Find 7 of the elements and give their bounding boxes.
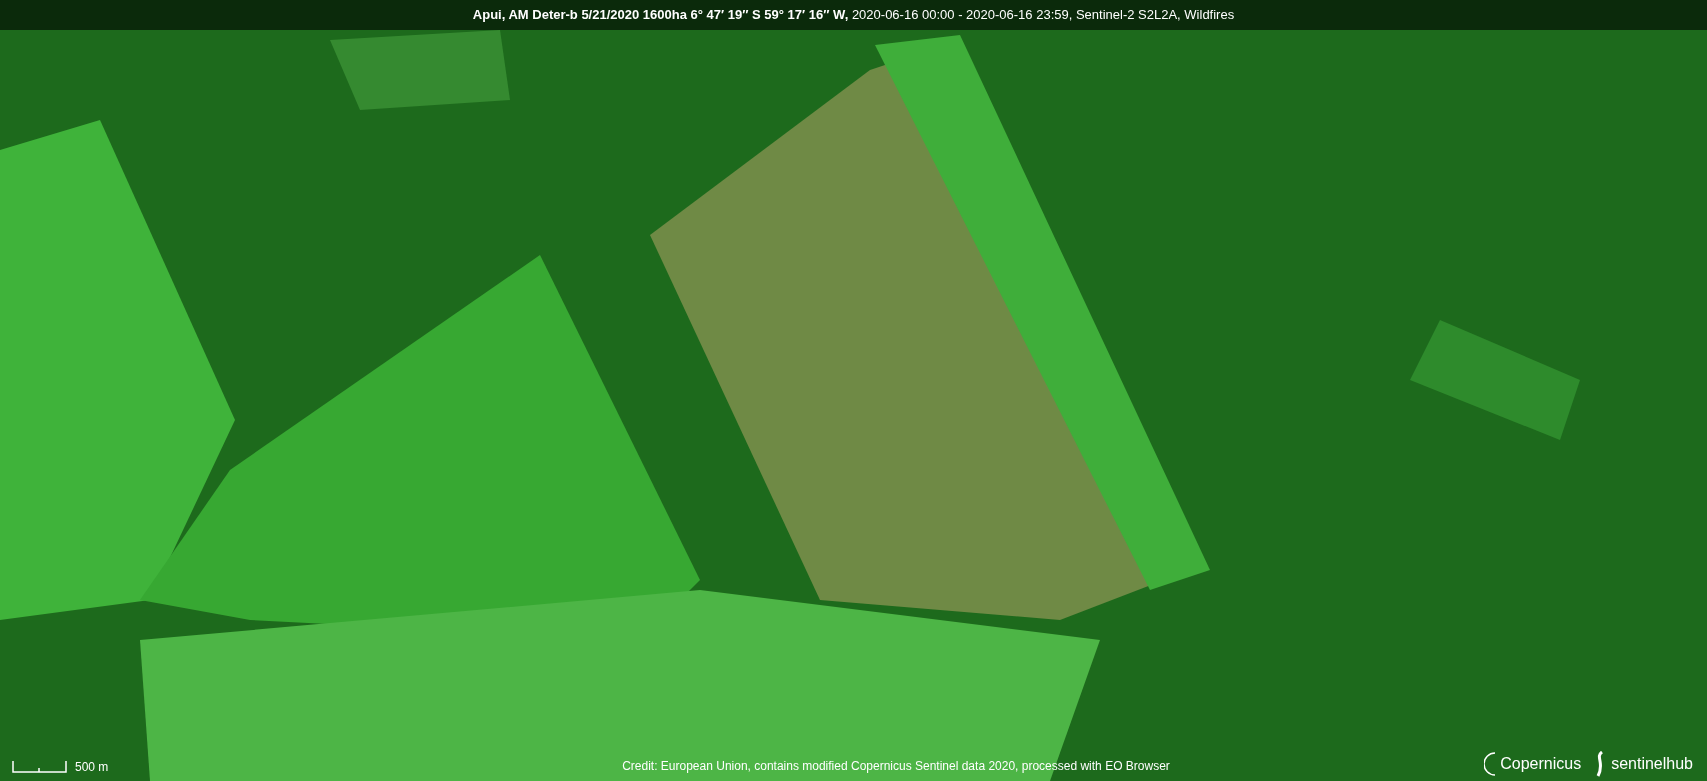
image-title: Apui, AM Deter-b 5/21/2020 1600ha 6° 47′ 19″ S 59° 17′ 16″ W, 2020-06-16 00:00 - 2020-06-16 23:59, Sentinel-2 S2L2A, Wildfires (472, 6, 1235, 25)
scale-label: 500 m (75, 761, 109, 773)
scale-bar-icon (12, 761, 67, 773)
logo-text: Copernicus (1500, 754, 1582, 774)
logo-text: sentinelhub (1611, 754, 1693, 774)
credit-text: Credit: European Union, contains modified Copernicus Sentinel data 2020, processed with EO Browser (622, 758, 1170, 775)
ring-logo-icon (1484, 751, 1497, 777)
